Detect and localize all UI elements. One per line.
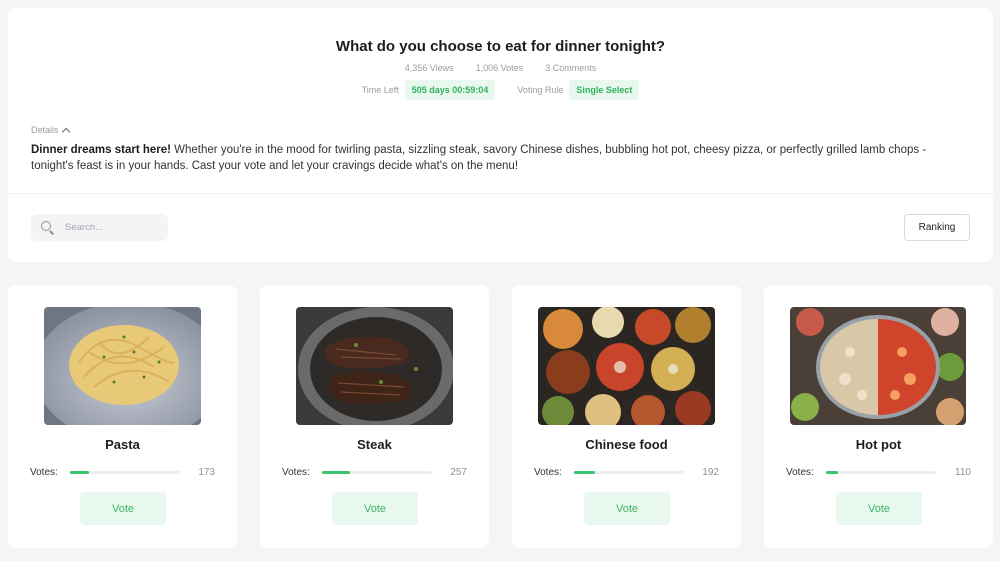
details-label: Details (31, 125, 59, 135)
poll-meta: Time Left 505 days 00:59:04 Voting Rule … (8, 80, 993, 100)
vote-button-steak[interactable]: Vote (332, 492, 418, 525)
votes-progress-track (574, 470, 684, 474)
steak-photo (296, 307, 453, 425)
option-card-hot-pot: Hot pot Votes: 110 Vote (764, 285, 993, 548)
time-left-label: Time Left (361, 85, 399, 95)
views-count: 4,356 Views (404, 63, 454, 73)
ranking-button[interactable]: Ranking (904, 214, 970, 241)
votes-progress-track (322, 470, 432, 474)
votes-row: Votes: 173 (30, 466, 215, 478)
chevron-up-icon (61, 127, 70, 136)
votes-count: 257 (450, 466, 467, 478)
poll-description: Dinner dreams start here! Whether you're… (31, 143, 971, 174)
votes-progress-track (826, 470, 936, 474)
option-card-pasta: Pasta Votes: 173 Vote (8, 285, 237, 548)
poll-stats: 4,356 Views 1,006 Votes 3 Comments (8, 63, 993, 73)
details-toggle[interactable]: Details (31, 125, 70, 136)
pasta-photo (44, 307, 201, 425)
votes-count: 192 (702, 466, 719, 478)
voting-rule-label: Voting Rule (517, 85, 564, 95)
votes-label: Votes: (30, 466, 58, 478)
option-name: Hot pot (855, 437, 902, 452)
votes-progress-track (70, 470, 180, 474)
votes-label: Votes: (282, 466, 310, 478)
votes-count: 1,006 Votes (475, 63, 524, 73)
option-name: Chinese food (585, 437, 668, 452)
votes-progress-fill (826, 470, 838, 474)
option-card-chinese-food: Chinese food Votes: 192 Vote (512, 285, 741, 548)
vote-button-chinese-food[interactable]: Vote (584, 492, 670, 525)
votes-progress-fill (70, 470, 89, 474)
voting-rule-badge: Single Select (569, 80, 640, 100)
search-input[interactable] (65, 222, 155, 233)
time-left-badge: 505 days 00:59:04 (404, 80, 496, 100)
votes-progress-fill (322, 470, 351, 474)
votes-row: Votes: 110 (786, 466, 971, 478)
votes-progress-fill (574, 470, 595, 474)
divider (8, 193, 993, 194)
time-left-group: Time Left 505 days 00:59:04 (362, 80, 496, 100)
votes-label: Votes: (534, 466, 562, 478)
votes-row: Votes: 192 (534, 466, 719, 478)
chinese-food-photo (538, 307, 715, 425)
option-name: Steak (357, 437, 392, 452)
voting-rule-group: Voting Rule Single Select (517, 80, 640, 100)
votes-count: 173 (198, 466, 215, 478)
votes-row: Votes: 257 (282, 466, 467, 478)
search-icon (41, 220, 55, 235)
search-box[interactable] (31, 214, 168, 241)
option-card-steak: Steak Votes: 257 Vote (260, 285, 489, 548)
vote-button-hot-pot[interactable]: Vote (836, 492, 922, 525)
votes-label: Votes: (786, 466, 814, 478)
votes-count: 110 (955, 466, 971, 478)
vote-button-pasta[interactable]: Vote (80, 492, 166, 525)
poll-title: What do you choose to eat for dinner ton… (335, 38, 666, 55)
comments-count: 3 Comments (545, 63, 597, 73)
hot-pot-photo (790, 307, 966, 425)
option-name: Pasta (105, 437, 140, 452)
description-lead: Dinner dreams start here! (31, 144, 171, 156)
